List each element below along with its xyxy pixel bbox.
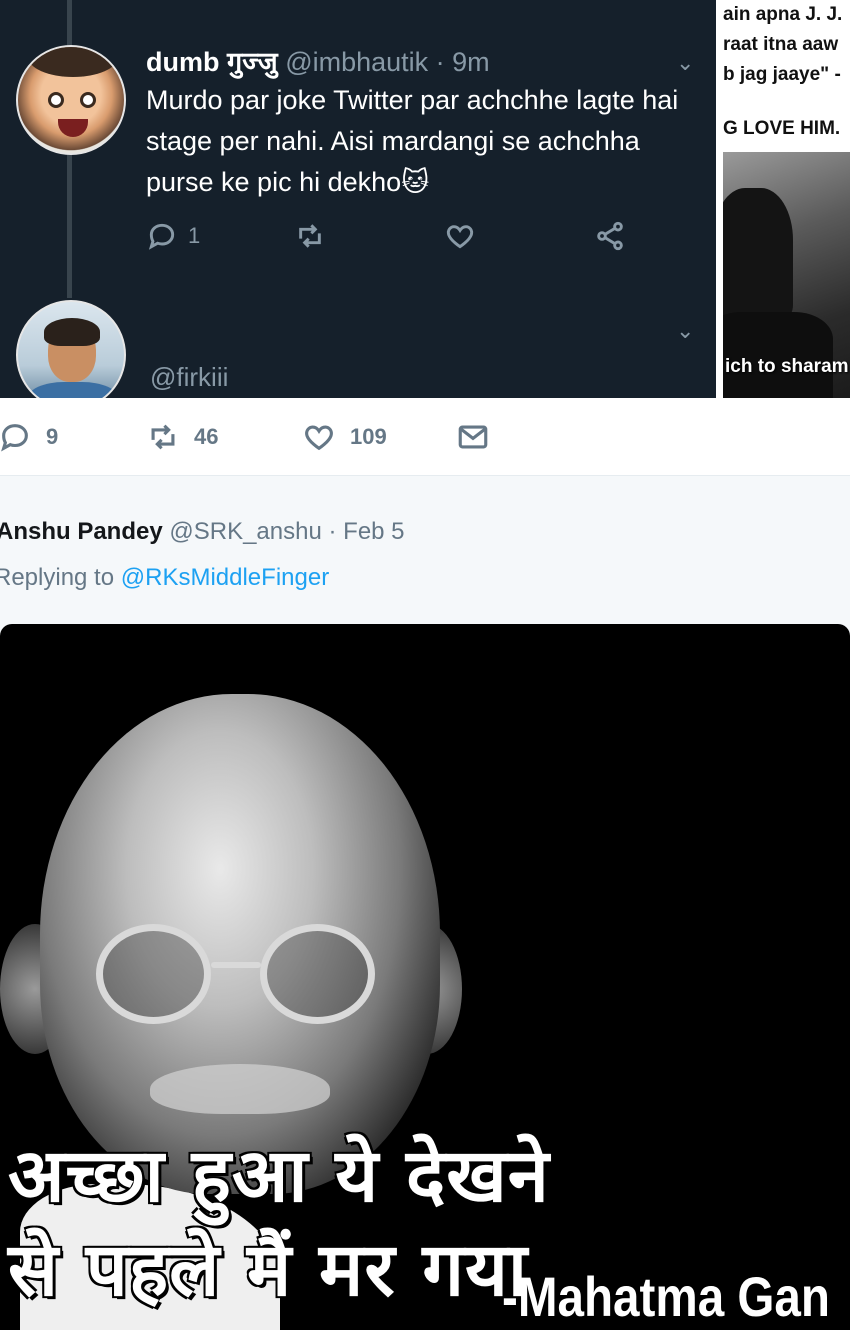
- glasses-icon: [96, 924, 211, 1024]
- reply-tweet-header: Anshu Pandey @SRK_anshu · Feb 5 Replying…: [0, 476, 850, 626]
- reply-author[interactable]: Anshu Pandey @SRK_anshu · Feb 5: [0, 518, 405, 546]
- author-name[interactable]: Anshu Pandey: [0, 518, 163, 545]
- like-button[interactable]: [444, 220, 476, 252]
- direct-message-button[interactable]: [456, 420, 490, 454]
- main-tweet-actions: 9 46 109: [0, 398, 850, 476]
- share-icon: [597, 221, 623, 251]
- author-handle[interactable]: @imbhautik: [285, 47, 428, 77]
- tweet-author[interactable]: dumb गुज्जु @imbhautik · 9m: [146, 42, 490, 79]
- meme-attribution: -Mahatma Gan: [502, 1265, 830, 1328]
- envelope-icon: [458, 425, 488, 449]
- cropped-meme-image: ain apna J. J. raat itna aaw b jag jaaye…: [716, 0, 850, 398]
- reply-icon: [1, 424, 28, 452]
- heart-icon: [305, 425, 333, 451]
- next-tweet-handle[interactable]: @firkiii: [150, 362, 228, 393]
- like-button[interactable]: 109: [302, 420, 387, 454]
- avatar[interactable]: [16, 45, 126, 155]
- replying-to-link[interactable]: @RKsMiddleFinger: [121, 564, 329, 591]
- replying-label: Replying to: [0, 564, 115, 591]
- tweet-text: Murdo par joke Twitter par achchhe lagte…: [146, 85, 679, 197]
- meme-text-line: b jag jaaye" -: [723, 64, 841, 85]
- replying-to: Replying to @RKsMiddleFinger: [0, 564, 329, 592]
- meme-caption-line1: अच्छा हुआ ये देखने: [8, 1133, 550, 1219]
- reply-count: 1: [188, 223, 201, 248]
- avatar[interactable]: [16, 300, 126, 398]
- share-button[interactable]: [594, 220, 626, 252]
- retweet-button[interactable]: 46: [146, 420, 218, 454]
- meme-text-line: ain apna J. J.: [723, 4, 843, 25]
- chevron-down-icon[interactable]: ⌄: [676, 318, 694, 344]
- reply-count: 9: [46, 424, 59, 449]
- reply-button[interactable]: 9: [0, 420, 58, 454]
- meme-photo: ich to sharam k: [723, 152, 850, 398]
- tweet-time: · 9m: [435, 47, 490, 77]
- like-count: 109: [350, 424, 387, 449]
- meme-text-line: G LOVE HIM.: [723, 118, 841, 139]
- retweet-button[interactable]: [294, 220, 326, 252]
- retweet-count: 46: [194, 424, 219, 449]
- meme-caption-line2: से पहले मैं मर गया: [8, 1227, 529, 1313]
- meme-image[interactable]: अच्छा हुआ ये देखने से पहले मैं मर गया -M…: [0, 624, 850, 1330]
- heart-icon: [446, 225, 474, 249]
- portrait: [40, 694, 440, 1194]
- meme-caption: ich to sharam k: [725, 356, 850, 377]
- retweet-icon: [299, 224, 321, 248]
- retweet-icon: [151, 424, 175, 450]
- reply-button[interactable]: 1: [146, 220, 200, 252]
- chevron-down-icon[interactable]: ⌄: [676, 50, 694, 76]
- meme-text-line: raat itna aaw: [723, 34, 839, 55]
- tweet-date[interactable]: · Feb 5: [329, 518, 405, 545]
- reply-icon: [148, 223, 175, 250]
- author-handle[interactable]: @SRK_anshu: [169, 518, 321, 545]
- author-name[interactable]: dumb गुज्जु: [146, 47, 278, 77]
- embedded-tweet-screenshot: dumb गुज्जु @imbhautik · 9m ⌄ Murdo par …: [0, 0, 716, 398]
